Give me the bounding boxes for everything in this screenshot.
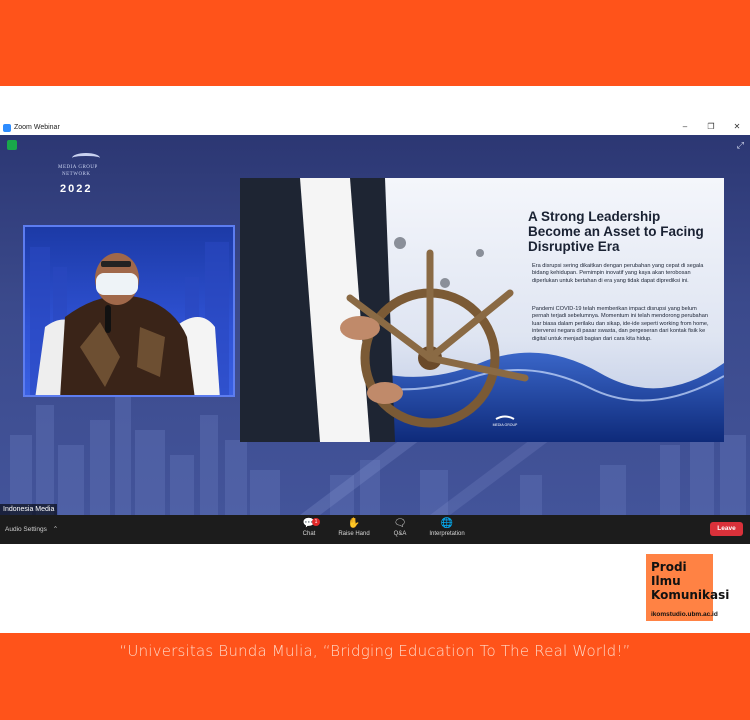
close-button[interactable]: ✕ [732, 122, 742, 131]
minimize-button[interactable]: – [680, 122, 690, 131]
qa-button[interactable]: 🗨 Q&A [375, 518, 425, 537]
audio-settings-label: Audio Settings [5, 526, 47, 533]
speaker-figure [30, 242, 229, 395]
logo-line2: NETWORK [62, 172, 91, 177]
slide-footer-logo-text: MEDIA GROUP [493, 423, 518, 427]
zoom-app-icon [3, 123, 11, 132]
raise-hand-label: Raise Hand [338, 531, 370, 537]
leave-button[interactable]: Leave [710, 522, 743, 536]
top-orange-band [0, 0, 750, 86]
interpretation-button[interactable]: 🌐 Interpretation [422, 518, 472, 537]
logo-year: 2022 [60, 183, 93, 195]
qa-label: Q&A [393, 531, 407, 537]
raise-hand-button[interactable]: ✋ Raise Hand [329, 518, 379, 537]
brand-line-1: Prodi [651, 560, 687, 574]
slide-paragraph-2: Pandemi COVID-19 telah memberikan impact… [532, 306, 709, 342]
interpretation-label: Interpretation [429, 531, 465, 537]
brand-name: Prodi Ilmu Komunikasi [651, 560, 750, 602]
zoom-window: Zoom Webinar – ❐ ✕ ⤢ MEDIA GROUP NETWORK… [0, 120, 750, 544]
security-shield-icon[interactable] [7, 140, 17, 150]
event-logo: MEDIA GROUP NETWORK 2022 [50, 153, 140, 203]
tagline: “Universitas Bunda Mulia, “Bridging Educ… [119, 642, 631, 660]
fullscreen-icon[interactable]: ⤢ [737, 140, 744, 151]
logo-swoosh-icon [72, 153, 100, 163]
meeting-toolbar: Audio Settings ⌃ 💬 1 Chat ✋ Raise Hand 🗨… [0, 515, 750, 544]
window-controls: – ❐ ✕ [680, 122, 742, 131]
brand-line-2: Ilmu [651, 574, 681, 588]
slide-paragraph-1: Era disrupsi sering dikaitkan dengan per… [532, 263, 704, 284]
title-bar: Zoom Webinar – ❐ ✕ [0, 120, 750, 135]
chat-label: Chat [302, 531, 316, 537]
logo-line1: MEDIA GROUP [58, 165, 98, 170]
audio-settings-button[interactable]: Audio Settings ⌃ [5, 525, 58, 533]
raise-hand-icon: ✋ [347, 518, 361, 529]
speaker-video-feed [23, 225, 235, 397]
brand-line-3: Komunikasi [651, 588, 730, 602]
slide-footer-logo: MEDIA GROUP [493, 415, 518, 427]
chat-icon: 💬 [302, 518, 316, 529]
speaker-name-label: Indonesia Media [0, 504, 58, 515]
brand-url: ikomstudio.ubm.ac.id [651, 611, 718, 618]
presentation-slide: A Strong Leadership Become an Asset to F… [240, 178, 724, 442]
globe-icon: 🌐 [440, 518, 454, 529]
chat-button[interactable]: 💬 1 Chat [284, 518, 334, 537]
qa-icon: 🗨 [393, 518, 407, 529]
chevron-up-icon: ⌃ [52, 526, 59, 533]
post-frame: Zoom Webinar – ❐ ✕ ⤢ MEDIA GROUP NETWORK… [0, 0, 750, 720]
chat-badge: 1 [312, 518, 320, 526]
window-title: Zoom Webinar [14, 124, 60, 131]
restore-button[interactable]: ❐ [706, 122, 716, 131]
webinar-video: ⤢ MEDIA GROUP NETWORK 2022 A Strong Lead… [0, 135, 750, 515]
slide-title: A Strong Leadership Become an Asset to F… [528, 209, 704, 254]
